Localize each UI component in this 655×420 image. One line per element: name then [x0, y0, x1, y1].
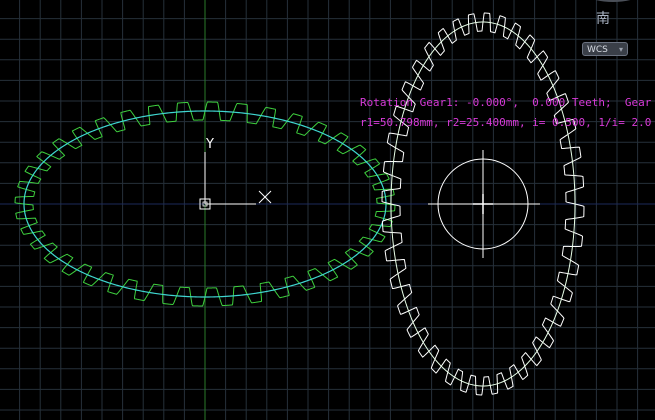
dynamic-info-line-2: r1=50.798mm, r2=25.400mm, i= 0.500, 1/i=… — [360, 116, 652, 129]
compass-direction-label[interactable]: 南 — [596, 8, 610, 28]
grid — [0, 0, 655, 420]
viewcube-compass[interactable] — [565, 0, 655, 18]
cad-viewport[interactable]: Y Rotation Gear1: -0.000°, 0.000 Teeth; … — [0, 0, 655, 420]
ucs-y-label: Y — [205, 137, 214, 152]
wcs-dropdown[interactable]: WCS ▾ — [582, 42, 628, 56]
ucs-icon: Y — [199, 137, 272, 210]
wcs-label: WCS — [587, 45, 608, 55]
world-axes — [0, 0, 655, 420]
chevron-down-icon: ▾ — [618, 45, 623, 54]
drawing-canvas[interactable]: Y — [0, 0, 655, 420]
dynamic-info-line-1: Rotation Gear1: -0.000°, 0.000 Teeth; Ge… — [360, 96, 652, 109]
